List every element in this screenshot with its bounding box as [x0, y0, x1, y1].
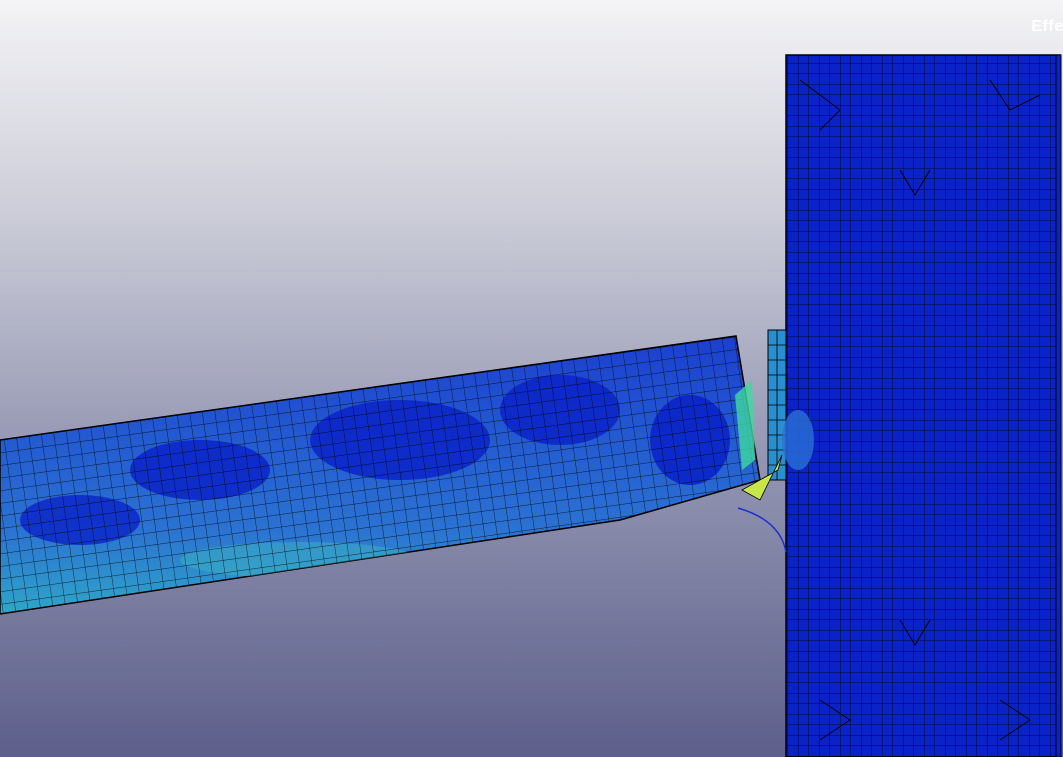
simulation-scene[interactable] — [0, 0, 1063, 757]
cutting-tool[interactable] — [0, 238, 861, 720]
fem-viewport[interactable]: Effec — [0, 0, 1063, 757]
legend-title: Effec — [1031, 18, 1063, 35]
workpiece-block[interactable] — [785, 54, 1062, 757]
